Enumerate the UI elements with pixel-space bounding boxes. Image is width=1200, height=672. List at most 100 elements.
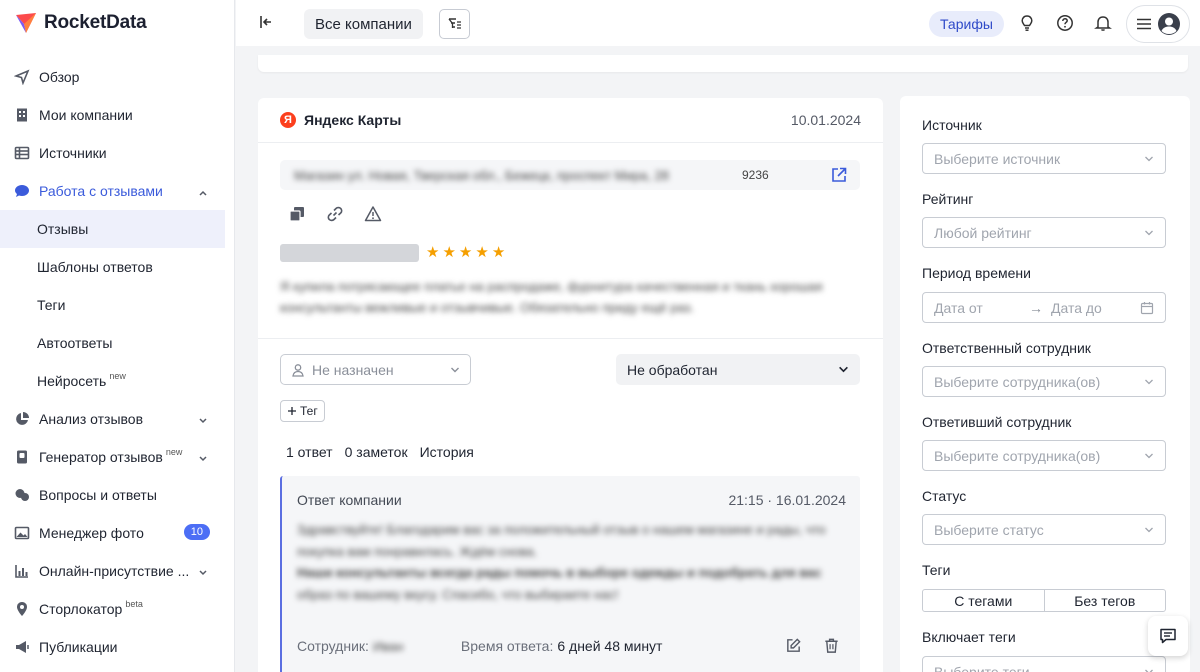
sidebar-item-storelocator[interactable]: Сторлокатор beta: [0, 590, 234, 628]
sidebar-item-label: Генератор отзывов: [39, 449, 163, 465]
copy-icon[interactable]: [288, 205, 306, 223]
sidebar-item-overview[interactable]: Обзор: [0, 58, 234, 96]
chat-icon: [1160, 628, 1176, 644]
add-tag-label: Тег: [300, 404, 318, 418]
chevron-down-icon: [839, 366, 848, 373]
user-icon: [292, 363, 304, 377]
bell-icon[interactable]: [1094, 14, 1112, 32]
add-tag-button[interactable]: Тег: [280, 400, 325, 422]
sidebar-item-label: Онлайн-присутствие ...: [39, 563, 190, 579]
divider: [258, 338, 883, 339]
star-icon: ★: [458, 244, 473, 261]
trash-icon[interactable]: [823, 637, 840, 654]
assignee-placeholder: Не назначен: [312, 361, 394, 378]
review-source: Яндекс Карты: [304, 112, 402, 128]
chevron-down-icon: [198, 451, 208, 462]
send-icon: [14, 69, 30, 85]
chevron-down-icon: [1145, 669, 1153, 672]
warning-icon[interactable]: [364, 205, 382, 223]
answer-text-line: покупка вам понравилась. Ждём снова.: [297, 543, 538, 559]
support-chat-button[interactable]: [1148, 616, 1188, 656]
chevron-down-icon: [1145, 527, 1153, 532]
without-tags-option[interactable]: Без тегов: [1045, 590, 1166, 611]
filter-includes-tags-label: Включает теги: [922, 629, 1016, 645]
app-name: RocketData: [44, 12, 147, 33]
tab-history[interactable]: История: [420, 444, 474, 460]
tab-answers[interactable]: 1 ответ: [286, 444, 333, 460]
link-icon[interactable]: [326, 205, 344, 223]
status-value: Не обработан: [627, 361, 718, 378]
chevron-down-icon: [1145, 230, 1153, 235]
sidebar-subitem-templates[interactable]: Шаблоны ответов: [0, 248, 225, 286]
tariffs-label: Тарифы: [940, 16, 993, 32]
map-pin-icon: [14, 601, 30, 617]
company-address: Магазин ул. Новая, Тверская обл., Бежецк…: [294, 167, 669, 183]
filter-status-select[interactable]: Выберите статус: [922, 514, 1166, 545]
tariffs-button[interactable]: Тарифы: [929, 11, 1004, 37]
sidebar-subitem-reviews[interactable]: Отзывы: [0, 210, 225, 248]
review-text-line: Я купила потрясающее платье на распродаж…: [280, 279, 823, 294]
external-link-icon[interactable]: [830, 166, 848, 184]
user-menu[interactable]: [1126, 5, 1190, 43]
filter-tags-label: Теги: [922, 562, 951, 578]
filter-tags-toggle: С тегами Без тегов: [922, 589, 1166, 612]
sidebar-item-photo[interactable]: Менеджер фото 10: [0, 514, 234, 552]
assignee-select[interactable]: Не назначен: [280, 354, 471, 385]
bar-chart-icon: [14, 563, 30, 579]
review-action-icons: [288, 205, 382, 223]
filter-source-select[interactable]: Выберите источник: [922, 143, 1166, 174]
sidebar-item-label: Работа с отзывами: [39, 183, 163, 199]
sidebar-subitem-neural[interactable]: Нейросеть new: [0, 362, 225, 400]
filter-responder-placeholder: Выберите сотрудника(ов): [934, 447, 1101, 464]
answer-text: Здравствуйте! Благодарим вас за положите…: [297, 519, 837, 605]
status-select[interactable]: Не обработан: [616, 354, 860, 385]
top-bar: Все компании Тарифы: [236, 0, 1200, 46]
chevron-down-icon: [1145, 156, 1153, 161]
sidebar-item-label: Публикации: [39, 639, 118, 655]
review-card: Я Яндекс Карты 10.01.2024 Магазин ул. Но…: [258, 98, 883, 672]
hamburger-icon: [1136, 18, 1151, 30]
chevron-down-icon: [1145, 379, 1153, 384]
sidebar: RocketData Обзор Мои компании Источники …: [0, 0, 235, 672]
sidebar-item-generator[interactable]: Генератор отзывов new: [0, 438, 234, 476]
sidebar-item-presence[interactable]: Онлайн-присутствие ...: [0, 552, 234, 590]
filter-includes-tags-select[interactable]: Выберите теги: [922, 656, 1166, 672]
sidebar-subitem-tags[interactable]: Теги: [0, 286, 225, 324]
arrow-right-icon: →: [1029, 299, 1043, 316]
sidebar-item-qa[interactable]: Вопросы и ответы: [0, 476, 234, 514]
answer-text-line: Здравствуйте! Благодарим вас за положите…: [297, 522, 826, 537]
lightbulb-icon[interactable]: [1018, 14, 1036, 32]
filter-rating-select[interactable]: Любой рейтинг: [922, 217, 1166, 248]
help-icon[interactable]: [1056, 14, 1074, 32]
sidebar-item-analysis[interactable]: Анализ отзывов: [0, 400, 234, 438]
sidebar-subitem-label: Шаблоны ответов: [37, 259, 153, 275]
with-tags-option[interactable]: С тегами: [923, 590, 1045, 611]
sidebar-item-companies[interactable]: Мои компании: [0, 96, 234, 134]
filter-responsible-select[interactable]: Выберите сотрудника(ов): [922, 366, 1166, 397]
review-date: 10.01.2024: [790, 112, 861, 128]
filter-rating-label: Рейтинг: [922, 191, 974, 207]
plus-icon: [288, 407, 296, 415]
tab-notes[interactable]: 0 заметок: [345, 444, 408, 460]
logo[interactable]: RocketData: [0, 0, 234, 46]
chevron-down-icon: [451, 367, 459, 372]
sidebar-subitem-autoreplies[interactable]: Автоответы: [0, 324, 225, 362]
filter-responder-select[interactable]: Выберите сотрудника(ов): [922, 440, 1166, 471]
company-answer: Ответ компании 21:15 · 16.01.2024 Здравс…: [280, 476, 860, 672]
sidebar-item-sources[interactable]: Источники: [0, 134, 234, 172]
review-text-line: консультанты вежливые и отзывчивые. Обяз…: [280, 300, 695, 315]
date-from-placeholder: Дата от: [934, 299, 983, 316]
sidebar-item-reviews-work[interactable]: Работа с отзывами: [0, 172, 234, 210]
filter-responder-label: Ответивший сотрудник: [922, 414, 1072, 430]
employee-name: Иван: [372, 638, 404, 654]
filter-icon: [447, 18, 461, 29]
collapse-sidebar-icon[interactable]: [258, 14, 274, 30]
company-address-row: Магазин ул. Новая, Тверская обл., Бежецк…: [280, 160, 860, 190]
beta-badge: beta: [125, 599, 143, 609]
company-selector[interactable]: Все компании: [304, 9, 423, 39]
filter-period-range[interactable]: Дата от → Дата до: [922, 292, 1166, 323]
edit-icon[interactable]: [785, 637, 802, 654]
pie-chart-icon: [14, 411, 30, 427]
filter-button[interactable]: [439, 9, 470, 39]
sidebar-item-publications[interactable]: Публикации: [0, 628, 234, 666]
